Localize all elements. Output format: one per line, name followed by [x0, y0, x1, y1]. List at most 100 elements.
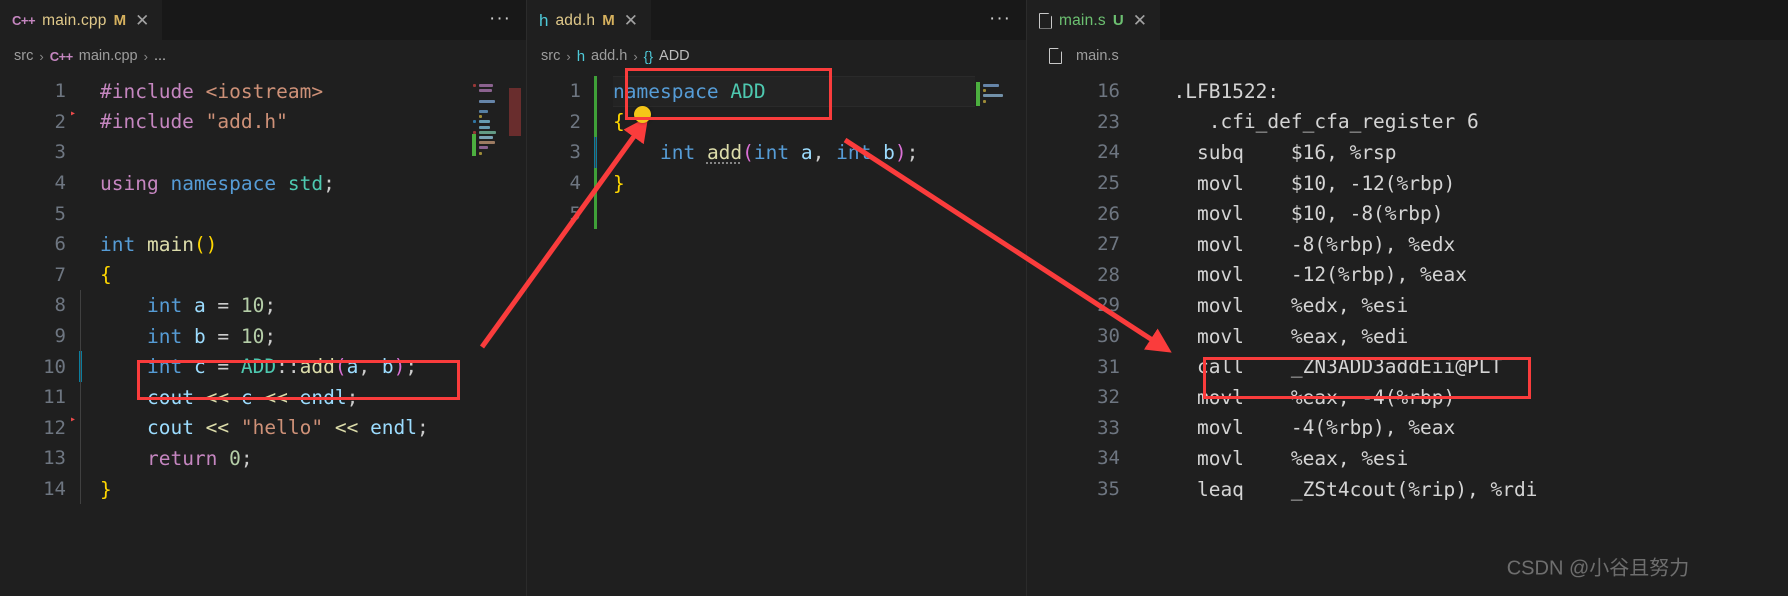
breadcrumb-main-cpp[interactable]: src › C++ main.cpp › ...: [0, 40, 527, 72]
breadcrumb-item-src[interactable]: src: [541, 48, 560, 64]
tab-main-cpp[interactable]: C++ main.cpp M ✕: [0, 0, 163, 40]
chevron-right-icon: ›: [143, 48, 148, 64]
code-area-main-s[interactable]: 16 23 24 25 26 27 28 29 30 31 32 33 34 35 .LFB1522: .…: [1027, 72, 1788, 596]
line-number: 14: [43, 478, 66, 501]
minimap-change-block: [976, 82, 980, 106]
code-line[interactable]: movl %eax, %esi: [1150, 443, 1788, 474]
code-token: leaq _ZSt4cout(%rip), %rdi: [1150, 477, 1538, 501]
code-line[interactable]: subq $16, %rsp: [1150, 137, 1788, 168]
fold-marker-icon[interactable]: ▸: [70, 414, 76, 425]
fold-marker-icon[interactable]: ▸: [70, 108, 76, 119]
code-line[interactable]: .LFB1522:: [1150, 76, 1788, 107]
close-icon[interactable]: ✕: [133, 12, 151, 29]
line-number: 2 ▸: [54, 107, 76, 133]
breadcrumb-item-symbol[interactable]: ADD: [659, 48, 690, 64]
code-token: movl -12(%rbp), %eax: [1150, 263, 1467, 287]
code-token: ): [894, 140, 907, 164]
line-number: 29: [1097, 294, 1120, 317]
code-line[interactable]: namespace ADD: [613, 76, 1027, 107]
close-icon[interactable]: ✕: [1131, 12, 1149, 29]
code-token: ;: [323, 171, 335, 195]
code-token: add: [706, 140, 743, 164]
code-token: call _ZN3ADD3addEii@PLT: [1150, 355, 1503, 379]
editor-group-main-s: main.s U ✕ main.s 16 23 24 25 26 27 28 29 30 31 32…: [1027, 0, 1788, 596]
breadcrumb-item-file[interactable]: add.h: [591, 48, 627, 64]
code-line[interactable]: movl $10, -12(%rbp): [1150, 168, 1788, 199]
close-icon[interactable]: ✕: [622, 12, 640, 29]
line-number: 35: [1097, 478, 1120, 501]
minimap-line: [479, 130, 496, 134]
code-token: (: [742, 140, 754, 164]
line-number: 27: [1097, 233, 1120, 256]
code-line[interactable]: movl -12(%rbp), %eax: [1150, 260, 1788, 291]
breadcrumb-item-src[interactable]: src: [14, 48, 33, 64]
code-line[interactable]: int add(int a, int b);: [613, 137, 1027, 168]
code-line[interactable]: movl %eax, -4(%rbp): [1150, 382, 1788, 413]
code-token: movl -8(%rbp), %edx: [1150, 232, 1456, 256]
code-token: 0: [229, 446, 241, 470]
code-area-add-h[interactable]: 12345 namespace ADD{ int add(int a, int …: [527, 72, 1027, 596]
minimap[interactable]: [975, 72, 1027, 596]
more-actions-icon[interactable]: ···: [489, 9, 511, 28]
code-area-main-cpp[interactable]: 1 2 ▸ 3 4 5 6 7 8 9 10 11 12 ▸ 13 14 #include <iostream…: [0, 72, 527, 596]
tab-add-h[interactable]: h add.h M ✕: [527, 0, 652, 40]
tabbar-empty-area: ···: [162, 0, 527, 40]
code-line[interactable]: #include <iostream>: [100, 76, 527, 107]
minimap-line: [479, 146, 488, 150]
code-line[interactable]: movl %eax, %edi: [1150, 321, 1788, 352]
tab-main-s[interactable]: main.s U ✕: [1027, 0, 1160, 40]
minimap-slider[interactable]: [509, 88, 521, 136]
code-line[interactable]: int b = 10;: [100, 321, 527, 352]
code-line[interactable]: movl $10, -8(%rbp): [1150, 198, 1788, 229]
code-line[interactable]: return 0;: [100, 443, 527, 474]
minimap[interactable]: [471, 72, 527, 596]
code-line[interactable]: #include "add.h": [100, 107, 527, 138]
code-token: <<: [205, 385, 241, 409]
more-actions-icon[interactable]: ···: [989, 9, 1011, 28]
line-number: 6: [54, 233, 66, 256]
code-token: ,: [358, 355, 382, 379]
code-line[interactable]: int main(): [100, 229, 527, 260]
code-line[interactable]: int c = ADD:: add(a, b);: [100, 351, 527, 382]
breadcrumb-item-file[interactable]: main.s: [1076, 48, 1119, 64]
indent-guide: [595, 137, 596, 168]
code-line[interactable]: .cfi_def_cfa_register 6: [1150, 107, 1788, 138]
code-line[interactable]: }: [100, 474, 527, 505]
code-lines[interactable]: .LFB1522: .cfi_def_cfa_register 6 subq $…: [1132, 72, 1788, 596]
code-lines[interactable]: namespace ADD{ int add(int a, int b);}: [593, 72, 1027, 596]
code-token: a: [800, 140, 813, 164]
code-line[interactable]: }: [613, 168, 1027, 199]
code-line[interactable]: leaq _ZSt4cout(%rip), %rdi: [1150, 474, 1788, 505]
cpp-file-icon: C++: [12, 13, 36, 28]
breadcrumb-item-symbol[interactable]: ...: [154, 48, 166, 64]
code-line[interactable]: {: [100, 260, 527, 291]
code-line[interactable]: cout << c << endl;: [100, 382, 527, 413]
code-token: namespace: [170, 171, 288, 195]
code-line[interactable]: {: [613, 107, 1027, 138]
line-number-gutter: 12345: [527, 72, 597, 596]
code-line[interactable]: movl -8(%rbp), %edx: [1150, 229, 1788, 260]
breadcrumb-main-s[interactable]: main.s: [1027, 40, 1788, 72]
line-number: 5: [527, 198, 597, 229]
line-number: 4: [54, 172, 66, 195]
code-line[interactable]: movl %edx, %esi: [1150, 290, 1788, 321]
code-line[interactable]: movl -4(%rbp), %eax: [1150, 413, 1788, 444]
code-token: ;: [240, 446, 253, 470]
code-token: int: [146, 355, 194, 379]
code-token: subq $16, %rsp: [1150, 140, 1397, 164]
code-line[interactable]: using namespace std;: [100, 168, 527, 199]
code-line[interactable]: int a = 10;: [100, 290, 527, 321]
code-line[interactable]: [100, 198, 527, 229]
breadcrumb-item-file[interactable]: main.cpp: [79, 48, 138, 64]
breadcrumb-add-h[interactable]: src › h add.h › {} ADD: [527, 40, 1027, 72]
code-token: endl: [370, 416, 418, 440]
code-line[interactable]: cout << "hello" << endl;: [100, 413, 527, 444]
line-number: 2: [527, 106, 597, 138]
code-line[interactable]: [100, 137, 527, 168]
code-token: cout: [146, 385, 206, 409]
chevron-right-icon: ›: [39, 48, 44, 64]
code-lines[interactable]: #include <iostream> #include "add.h" usin…: [78, 72, 527, 596]
code-line[interactable]: call _ZN3ADD3addEii@PLT: [1150, 351, 1788, 382]
code-line[interactable]: [613, 198, 1027, 229]
